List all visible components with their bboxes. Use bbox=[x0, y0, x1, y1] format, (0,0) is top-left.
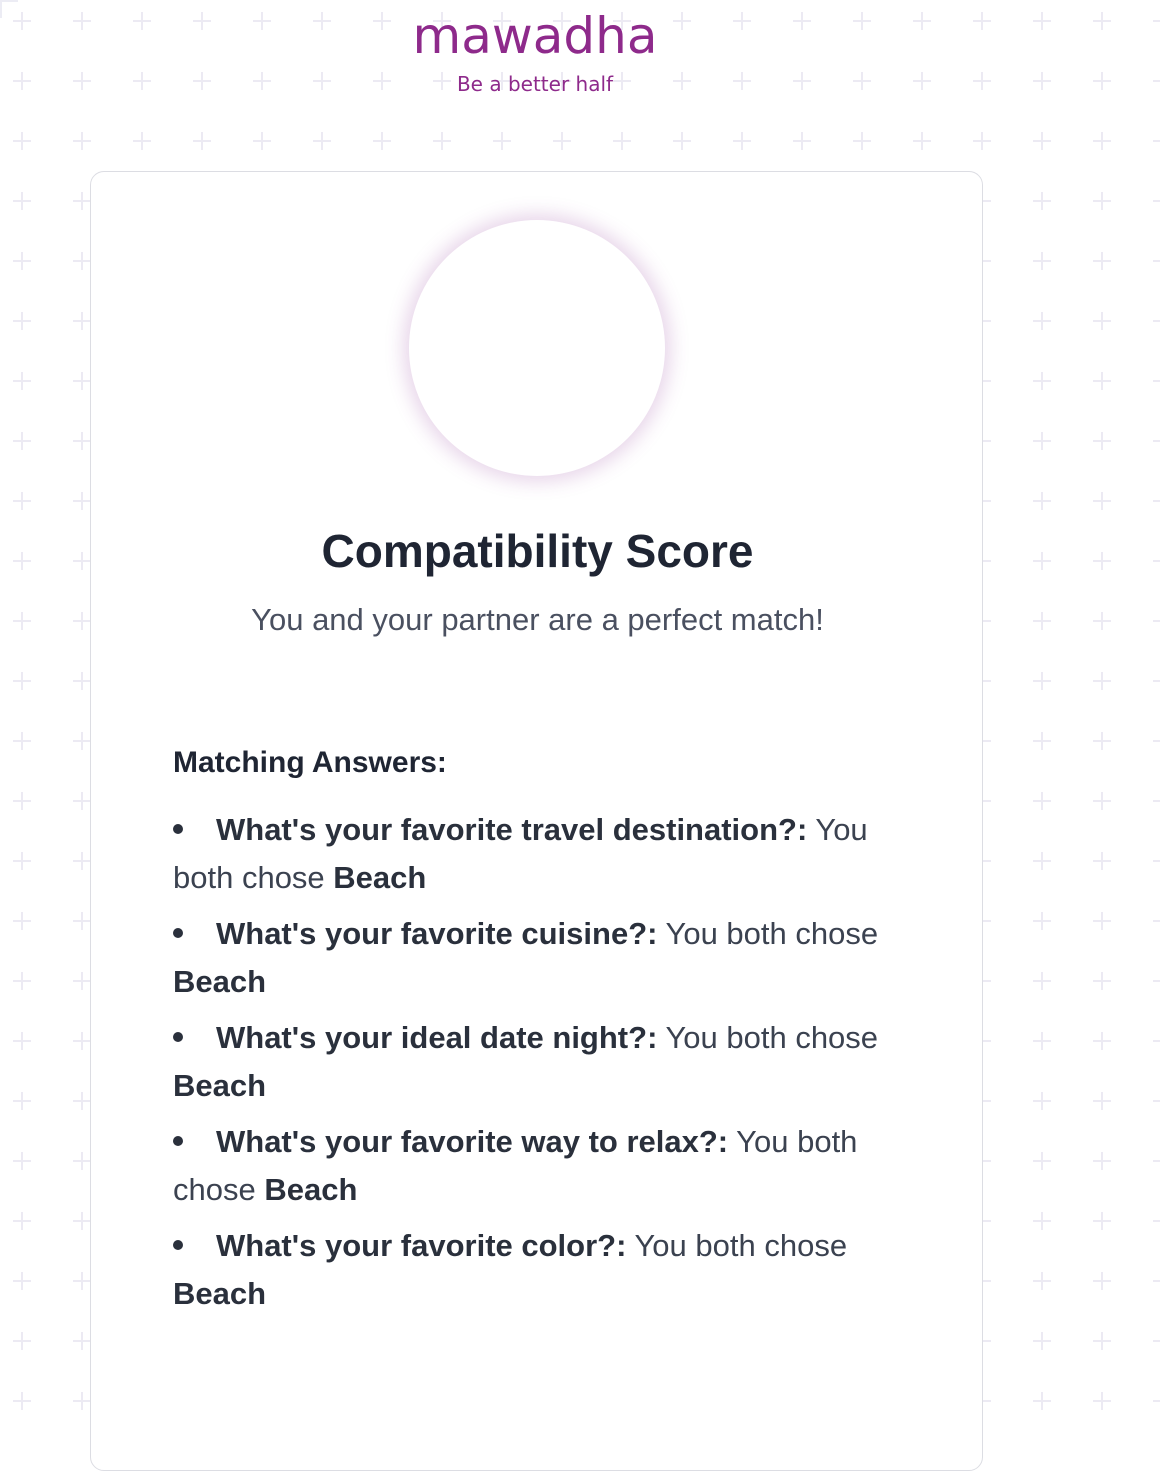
bullet-icon bbox=[173, 1135, 183, 1146]
result-card: Compatibility Score You and your partner… bbox=[90, 171, 983, 1471]
answer-text: You both chose bbox=[626, 1228, 848, 1263]
answer-question: What's your favorite way to relax?: bbox=[216, 1124, 729, 1159]
answer-question: What's your ideal date night?: bbox=[216, 1020, 658, 1055]
score-circle bbox=[409, 220, 665, 476]
list-item: What's your favorite travel destination?… bbox=[173, 806, 903, 902]
bullet-icon bbox=[173, 1239, 183, 1250]
bullet-icon bbox=[173, 823, 183, 834]
answer-text: You both chose bbox=[657, 1020, 879, 1055]
answer-question: What's your favorite color?: bbox=[216, 1228, 627, 1263]
list-item: What's your favorite way to relax?: You … bbox=[173, 1118, 903, 1214]
answers-heading: Matching Answers: bbox=[173, 746, 447, 779]
answer-question: What's your favorite cuisine?: bbox=[216, 916, 658, 951]
list-item: What's your ideal date night?: You both … bbox=[173, 1014, 903, 1110]
brand-name: mawadha bbox=[412, 7, 658, 65]
list-item: What's your favorite color?: You both ch… bbox=[173, 1222, 903, 1318]
result-message: You and your partner are a perfect match… bbox=[251, 602, 824, 637]
page-title: Compatibility Score bbox=[321, 525, 754, 577]
answer-text: You both chose bbox=[657, 916, 879, 951]
answers-list: What's your favorite travel destination?… bbox=[173, 806, 903, 1318]
answer-choice: Beach bbox=[173, 1276, 267, 1311]
brand-tagline: Be a better half bbox=[456, 72, 614, 96]
answer-choice: Beach bbox=[173, 964, 267, 999]
answer-choice: Beach bbox=[333, 860, 427, 895]
list-item: What's your favorite cuisine?: You both … bbox=[173, 910, 903, 1006]
matching-answers-section: Matching Answers: What's your favorite t… bbox=[173, 746, 903, 1326]
bullet-icon bbox=[173, 927, 183, 938]
answer-choice: Beach bbox=[173, 1068, 267, 1103]
answer-question: What's your favorite travel destination?… bbox=[216, 812, 808, 847]
answer-choice: Beach bbox=[264, 1172, 358, 1207]
brand-logo[interactable]: mawadha Be a better half bbox=[0, 6, 1070, 96]
bullet-icon bbox=[173, 1031, 183, 1042]
